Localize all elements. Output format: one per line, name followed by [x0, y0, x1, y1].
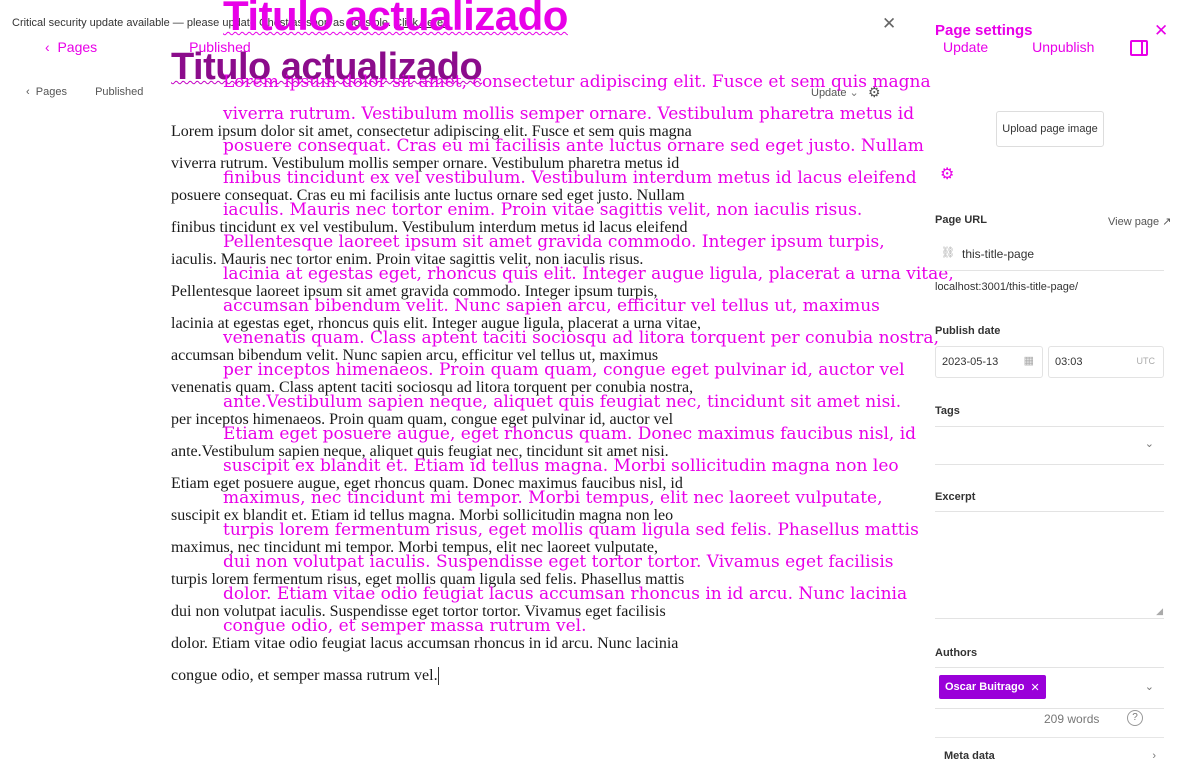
date-input[interactable]: 2023-05-13 ▦ — [935, 346, 1043, 378]
full-url: localhost:3001/this-title-page/ — [935, 281, 1079, 293]
overlay-body-line: finibus tincidunt ex vel vestibulum. Ves… — [223, 168, 917, 188]
overlay-body-line: maximus, nec tincidunt mi tempor. Morbi … — [223, 488, 883, 508]
overlay-body-line: venenatis quam. Class aptent taciti soci… — [223, 328, 939, 348]
overlay-status-published: Published — [189, 39, 251, 55]
excerpt-label: Excerpt — [935, 491, 976, 503]
time-value: 03:03 — [1055, 356, 1083, 368]
overlay-body-line: iaculis. Mauris nec tortor enim. Proin v… — [223, 200, 863, 220]
overlay-body-line: Etiam eget posuere augue, eget rhoncus q… — [223, 424, 917, 444]
overlay-back-pages-link[interactable]: ‹ Pages — [45, 39, 143, 55]
external-link-icon: ↗ — [1162, 216, 1172, 228]
publish-date-label: Publish date — [935, 325, 1001, 337]
back-pages-link[interactable]: ‹ Pages — [26, 86, 92, 98]
unpublish-button[interactable]: Unpublish — [1032, 39, 1094, 55]
chevron-right-icon: › — [1152, 750, 1156, 762]
breadcrumb: ‹ Pages Published — [26, 86, 143, 98]
overlay-body-line: posuere consequat. Cras eu mi facilisis … — [223, 136, 924, 156]
page-url-label: Page URL — [935, 214, 987, 226]
chevron-down-icon: ⌄ — [1144, 438, 1154, 450]
chevron-down-icon: ⌄ — [1144, 681, 1154, 693]
overlay-body-line: accumsan bibendum velit. Nunc sapien arc… — [223, 296, 880, 316]
overlay-page-title[interactable]: Titulo actualizado — [223, 0, 568, 40]
help-icon[interactable]: ? — [1127, 710, 1143, 726]
authors-label: Authors — [935, 647, 978, 659]
tags-input[interactable]: ⌄ — [935, 426, 1164, 465]
slug-value: this-title-page — [962, 247, 1035, 261]
overlay-body-line: Pellentesque laoreet ipsum sit amet grav… — [223, 232, 885, 252]
calendar-icon: ▦ — [1023, 355, 1034, 367]
timezone: UTC — [1136, 356, 1156, 366]
view-page-link[interactable]: View page ↗ — [1108, 215, 1171, 228]
author-chip[interactable]: Oscar Buitrago ✕ — [939, 675, 1046, 699]
overlay-body-line: Lorem ipsum dolor sit amet, consectetur … — [223, 72, 931, 92]
date-value: 2023-05-13 — [942, 356, 999, 368]
close-icon[interactable]: ✕ — [1154, 21, 1168, 41]
close-icon[interactable]: ✕ — [882, 14, 896, 34]
overlay-body-line: turpis lorem fermentum risus, eget molli… — [223, 520, 919, 540]
overlay-body-line: viverra rutrum. Vestibulum mollis semper… — [223, 104, 915, 124]
panel-title: Page settings — [935, 22, 1033, 39]
overlay-body-line: dolor. Etiam vitae odio feugiat lacus ac… — [223, 584, 908, 604]
excerpt-textarea[interactable]: ◢ — [935, 511, 1164, 619]
tags-label: Tags — [935, 405, 960, 417]
sidebar-toggle-icon[interactable] — [1130, 40, 1148, 56]
overlay-body-line: lacinia at egestas eget, rhoncus quis el… — [223, 264, 954, 284]
overlay-body-line: per inceptos himenaeos. Proin quam quam,… — [223, 360, 905, 380]
remove-author-icon[interactable]: ✕ — [1030, 681, 1039, 694]
divider — [935, 737, 1164, 738]
upload-page-image-button[interactable]: Upload page image — [996, 111, 1104, 147]
meta-data-row[interactable]: Meta data › — [935, 740, 1164, 767]
slug-field[interactable]: ⛓ this-title-page — [935, 238, 1164, 271]
overlay-body-line: suscipit ex blandit et. Etiam id tellus … — [223, 456, 899, 476]
body-line: congue odio, et semper massa rutrum vel. — [171, 667, 439, 686]
status-published: Published — [95, 86, 144, 98]
overlay-gear-icon[interactable]: ⚙ — [940, 164, 954, 184]
meta-data-label: Meta data — [944, 750, 995, 762]
time-input[interactable]: 03:03 UTC — [1048, 346, 1164, 378]
update-button[interactable]: Update — [943, 39, 988, 55]
overlay-editor-body[interactable]: Lorem ipsum dolor sit amet, consectetur … — [223, 66, 963, 642]
link-icon: ⛓ — [941, 247, 955, 259]
overlay-body-line: ante.Vestibulum sapien neque, aliquet qu… — [223, 392, 902, 412]
text-caret — [437, 667, 439, 686]
overlay-body-line: congue odio, et semper massa rutrum vel. — [223, 616, 587, 636]
overlay-breadcrumb: ‹ Pages Published — [45, 39, 297, 55]
word-count: 209 words — [1044, 712, 1100, 726]
panel-actions: Update Unpublish — [943, 39, 1138, 55]
resize-handle-icon[interactable]: ◢ — [1156, 606, 1163, 617]
overlay-body-line: dui non volutpat iaculis. Suspendisse eg… — [223, 552, 894, 572]
